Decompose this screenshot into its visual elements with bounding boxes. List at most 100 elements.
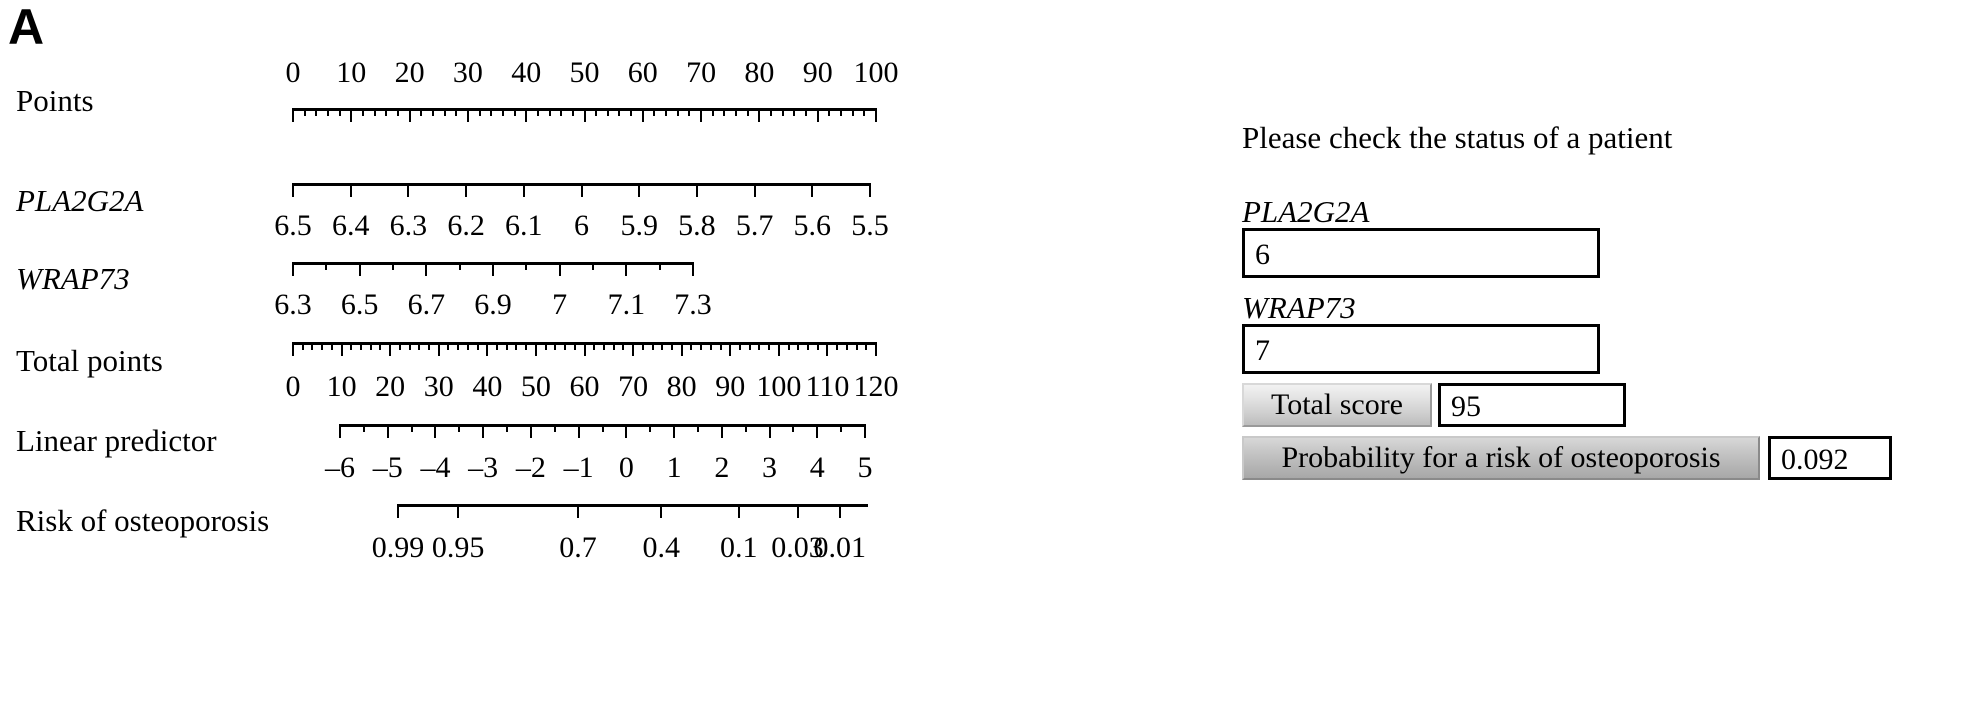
axis-ticklabel: 0.7 bbox=[559, 531, 597, 564]
axis-tick-minor bbox=[690, 342, 693, 350]
axis-ticklabel: –5 bbox=[372, 451, 403, 484]
axis-tick-major bbox=[632, 342, 635, 356]
axis-tick-minor bbox=[443, 108, 446, 116]
axis-tick-minor bbox=[548, 108, 551, 116]
axis-tick-minor bbox=[806, 342, 809, 350]
axis-tick-major bbox=[838, 504, 841, 518]
axis-ticklabel: 6 bbox=[574, 209, 589, 242]
axis-ticklabels-total-points: 0 10 20 30 40 50 60 70 80 90 100 110 120 bbox=[286, 370, 899, 406]
axis-tick-major bbox=[292, 108, 294, 122]
axis-tick-major bbox=[292, 262, 294, 276]
pla2g2a-input[interactable] bbox=[1242, 228, 1600, 278]
axis-ticklabel: 0.99 bbox=[371, 531, 425, 564]
axis-ticklabel: –1 bbox=[563, 451, 594, 484]
axis-tick-minor bbox=[496, 342, 499, 350]
axis-tick-minor bbox=[593, 342, 596, 350]
axis-tick-minor bbox=[696, 424, 699, 432]
axis-tick-minor bbox=[735, 108, 738, 116]
axis-tick-minor bbox=[506, 424, 509, 432]
axis-tick-minor bbox=[661, 342, 664, 350]
axis-tick-minor bbox=[325, 262, 328, 270]
axis-tick-minor bbox=[476, 342, 479, 350]
axis-tick-major bbox=[796, 504, 799, 518]
axis-tick-major bbox=[720, 424, 723, 438]
axis-ticklabel: 0 bbox=[285, 370, 301, 403]
axis-tick-major bbox=[386, 424, 389, 438]
axis-ticklabel: 90 bbox=[802, 56, 833, 89]
axis-tick-minor bbox=[845, 342, 848, 350]
axis-ticklabels-risk-of-osteoporosis: 0.99 0.95 0.7 0.4 0.1 0.03 0.01 bbox=[372, 531, 868, 567]
axis-tick-minor bbox=[501, 108, 504, 116]
axis-tick-major bbox=[397, 504, 399, 518]
axis-tick-minor bbox=[431, 108, 434, 116]
axis-ticklabels-pla2g2a: 6.5 6.4 6.3 6.2 6.1 6 5.9 5.8 5.7 5.6 5.5 bbox=[274, 209, 889, 245]
axis-tick-major bbox=[465, 183, 468, 197]
panel-a-letter: A bbox=[8, 0, 45, 55]
axis-tick-minor bbox=[653, 108, 656, 116]
axis-tick-major bbox=[816, 424, 819, 438]
axis-ticklabel: 6.4 bbox=[331, 209, 370, 242]
axis-tick-minor bbox=[719, 342, 722, 350]
axis-ticklabel: 20 bbox=[375, 370, 406, 403]
axis-tick-minor bbox=[554, 342, 557, 350]
axis-tick-minor bbox=[792, 424, 795, 432]
axis-tick-minor bbox=[855, 342, 858, 350]
axis-tick-major bbox=[466, 108, 469, 122]
axis-ticklabel: 0 bbox=[285, 56, 301, 89]
axis-tick-minor bbox=[525, 262, 528, 270]
axis-tick-minor bbox=[362, 424, 365, 432]
axis-tick-major bbox=[816, 108, 819, 122]
axis-ticklabel: 6.5 bbox=[274, 209, 312, 242]
axis-ticklabel: 40 bbox=[511, 56, 542, 89]
axis-ticklabel: 110 bbox=[805, 370, 850, 403]
axis-tick-major bbox=[811, 183, 814, 197]
total-score-button[interactable]: Total score bbox=[1242, 383, 1432, 427]
axis-ticklabel: 100 bbox=[756, 370, 802, 403]
axis-tick-minor bbox=[326, 108, 329, 116]
wrap73-input[interactable] bbox=[1242, 324, 1600, 374]
axis-tick-major bbox=[737, 504, 740, 518]
axis-tick-minor bbox=[553, 424, 556, 432]
axis-tick-minor bbox=[311, 342, 314, 350]
axis-tick-major bbox=[680, 342, 683, 356]
axis-tick-major bbox=[340, 342, 343, 356]
axis-tick-minor bbox=[525, 342, 528, 350]
axis-tick-minor bbox=[746, 108, 749, 116]
axis-ticklabel: 7 bbox=[552, 288, 568, 321]
axis-tick-minor bbox=[301, 342, 304, 350]
axis-tick-minor bbox=[641, 342, 644, 350]
axis-tick-major bbox=[577, 504, 579, 518]
probability-button[interactable]: Probability for a risk of osteoporosis bbox=[1242, 436, 1760, 480]
axis-tick-minor bbox=[385, 108, 388, 116]
axis-tick-major bbox=[875, 342, 877, 356]
axis-ticklabel: 30 bbox=[423, 370, 454, 403]
nomogram-panel: A Points 0 10 20 30 40 50 60 70 80 90 100 PLA2G2A 6.5… bbox=[0, 0, 980, 710]
axis-tick-minor bbox=[768, 342, 771, 350]
axis-ticklabel: 6.7 bbox=[407, 288, 446, 321]
axis-tick-major bbox=[695, 183, 698, 197]
axis-tick-major bbox=[292, 183, 294, 197]
axis-ticklabel: 70 bbox=[686, 56, 717, 89]
axis-tick-minor bbox=[536, 108, 539, 116]
axis-tick-minor bbox=[840, 424, 843, 432]
axis-tick-minor bbox=[571, 108, 574, 116]
axis-tick-minor bbox=[338, 108, 341, 116]
axis-tick-minor bbox=[573, 342, 576, 350]
axis-tick-minor bbox=[787, 342, 790, 350]
axis-tick-minor bbox=[428, 342, 431, 350]
axis-tick-major bbox=[339, 424, 341, 438]
axis-tick-major bbox=[522, 183, 525, 197]
axis-ticklabels-linear-predictor: –6 –5 –4 –3 –2 –1 0 1 2 3 4 5 bbox=[325, 451, 873, 487]
axis-tick-major bbox=[777, 342, 780, 356]
axis-ticklabel: 80 bbox=[666, 370, 697, 403]
total-score-value: 95 bbox=[1438, 383, 1626, 427]
axis-tick-minor bbox=[805, 108, 808, 116]
axis-tick-minor bbox=[658, 262, 661, 270]
axis-tick-minor bbox=[618, 108, 621, 116]
axis-ticklabel: 6.3 bbox=[389, 209, 428, 242]
axis-tick-minor bbox=[748, 342, 751, 350]
axis-tick-minor bbox=[711, 108, 714, 116]
axis-tick-minor bbox=[315, 108, 318, 116]
axis-tick-major bbox=[577, 424, 580, 438]
axis-tick-minor bbox=[700, 342, 703, 350]
